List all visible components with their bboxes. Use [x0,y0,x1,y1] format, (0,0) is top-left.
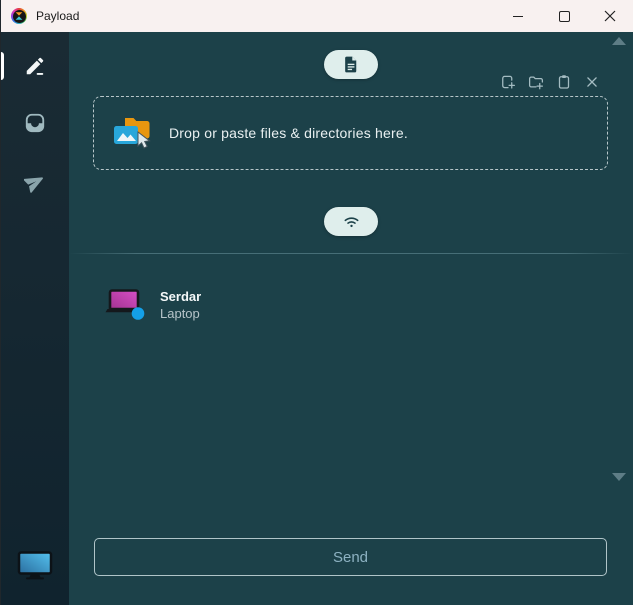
minimize-icon [513,15,523,17]
sidebar [1,32,69,605]
close-icon [587,77,597,87]
monitor-icon [17,551,53,580]
sidebar-item-transfers[interactable] [1,164,69,200]
add-folder-icon [528,76,544,90]
close-window-button[interactable] [587,0,633,32]
section-divider [69,253,633,254]
laptop-avatar [105,287,147,323]
inbox-device-icon [25,113,45,133]
folder-image-cursor-icon [114,118,151,149]
files-pill-button[interactable] [324,50,378,79]
network-pill-button[interactable] [324,207,378,236]
close-icon [604,10,616,22]
main-panel: Drop or paste files & directories here. [69,32,633,605]
sidebar-item-devices[interactable] [1,105,69,141]
add-folder-button[interactable] [527,73,545,91]
self-device-avatar[interactable] [17,551,53,581]
device-texts: Serdar Laptop [160,288,201,322]
file-dropzone[interactable]: Drop or paste files & directories here. [93,96,608,170]
maximize-button[interactable] [541,0,587,32]
paste-clipboard-button[interactable] [555,73,573,91]
send-button-label: Send [332,548,369,566]
maximize-icon [558,10,570,22]
sidebar-item-compose[interactable] [1,48,69,84]
app-window: Payload Drop or paste files & directorie… [0,0,633,605]
scroll-up-arrow[interactable] [612,37,626,45]
device-list-item[interactable]: Serdar Laptop [93,280,609,330]
add-file-icon [502,75,516,89]
title-bar: Payload [1,0,633,32]
add-file-button[interactable] [499,73,517,91]
clipboard-paste-icon [558,75,570,89]
window-title: Payload [36,9,80,23]
document-icon [344,56,356,73]
app-logo-icon [11,8,27,24]
device-type: Laptop [160,306,200,321]
paper-plane-icon [24,177,43,193]
file-actions-toolbar [499,73,601,91]
laptop-icon [105,289,145,320]
clear-files-button[interactable] [583,73,601,91]
device-name: Serdar [160,289,202,304]
window-controls [495,0,633,32]
pencil-icon [26,57,44,75]
minimize-button[interactable] [495,0,541,32]
dropzone-label: Drop or paste files & directories here. [169,125,408,141]
scroll-down-arrow[interactable] [612,473,626,481]
send-button[interactable]: Send [94,538,607,576]
wifi-icon [344,217,358,228]
